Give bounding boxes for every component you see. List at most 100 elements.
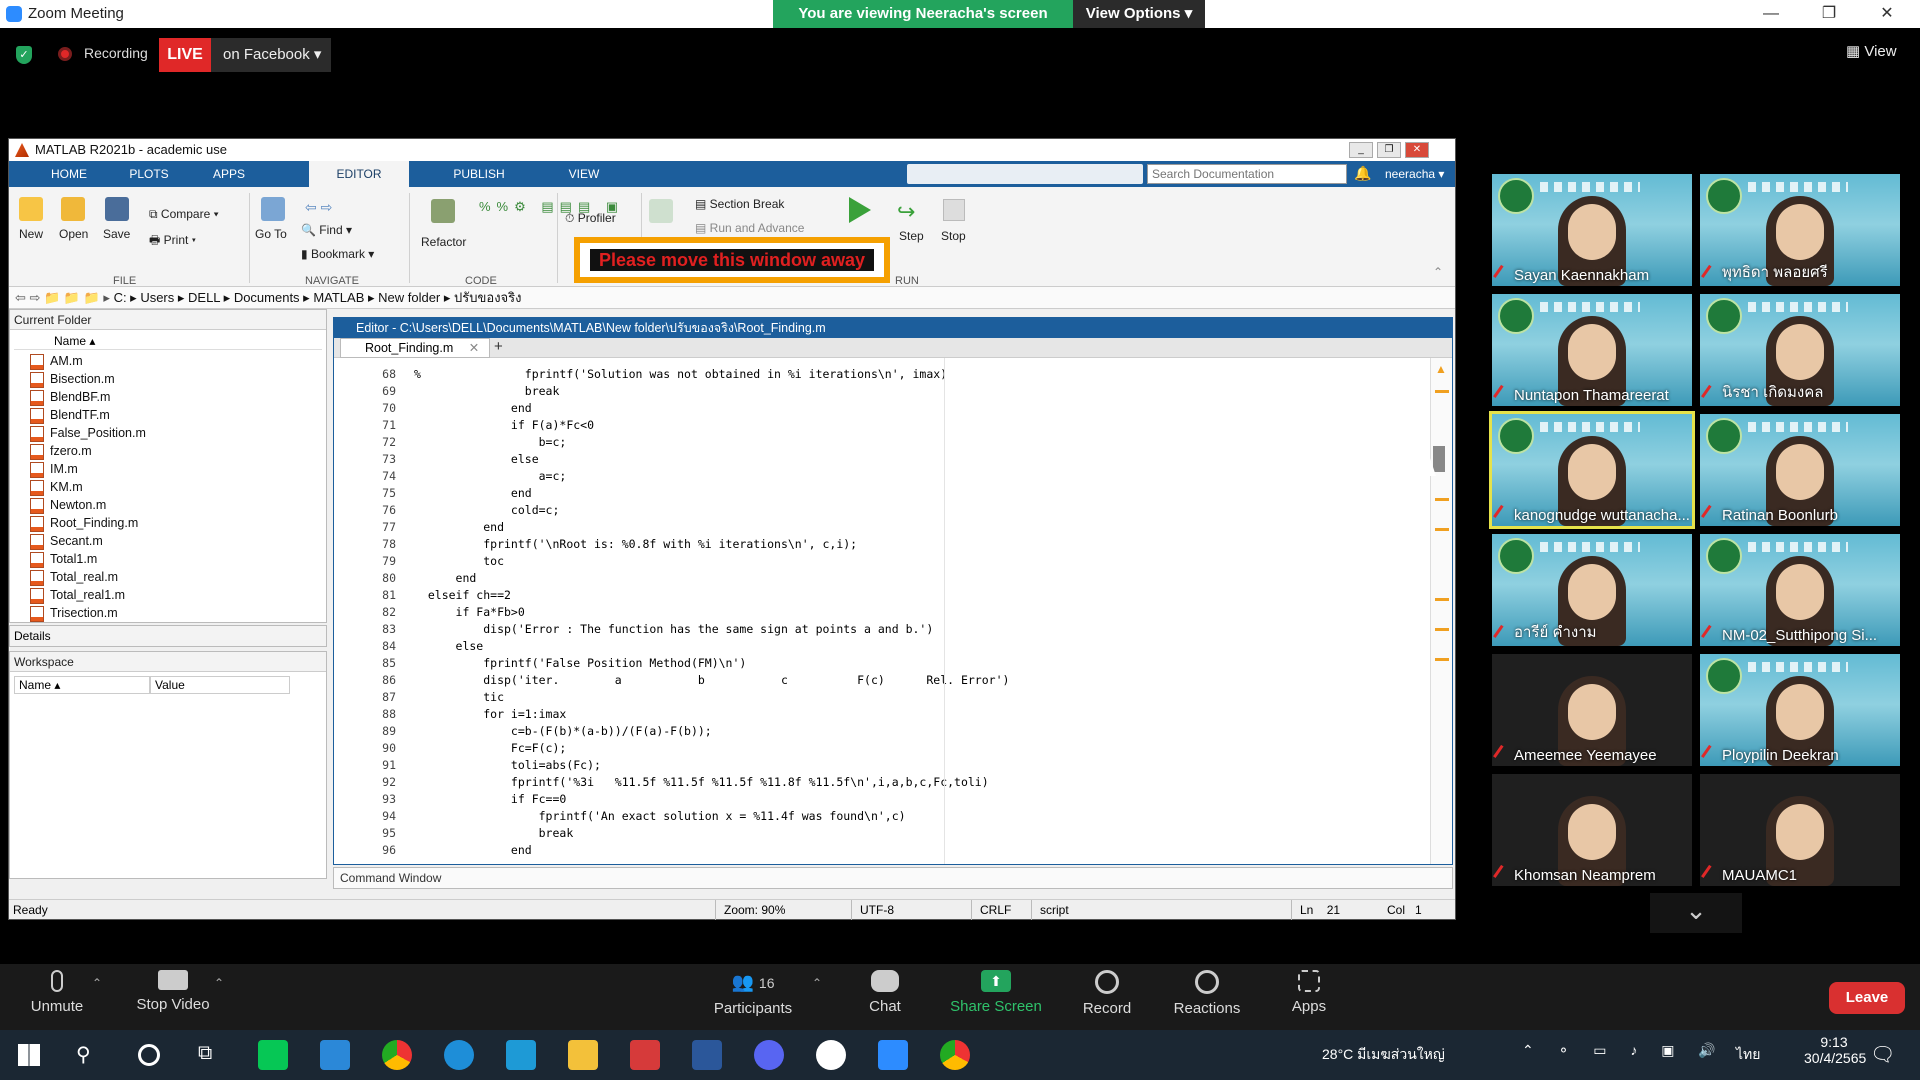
tab-view[interactable]: VIEW <box>539 161 629 187</box>
discord-icon[interactable] <box>754 1040 784 1070</box>
file-item[interactable]: Bisection.m <box>30 370 115 388</box>
code-line[interactable]: fprintf('An exact solution x = %11.4f wa… <box>414 808 906 825</box>
refactor-button[interactable]: Refactor <box>421 235 466 249</box>
search-icon[interactable]: ⚲ <box>76 1042 91 1067</box>
chrome-profile-icon[interactable] <box>940 1040 970 1070</box>
input-language[interactable]: ไทย <box>1736 1044 1760 1066</box>
code-line[interactable]: toc <box>414 553 504 570</box>
editor-tab-root-finding[interactable]: Root_Finding.m ✕ <box>340 338 490 358</box>
mcafee-icon[interactable] <box>630 1040 660 1070</box>
video-options-caret-icon[interactable]: ⌃ <box>214 976 224 990</box>
file-item[interactable]: Trisection.m <box>30 604 118 622</box>
code-line[interactable]: cold=c; <box>414 502 559 519</box>
file-item[interactable]: fzero.m <box>30 442 92 460</box>
recording-label[interactable]: Recording <box>84 45 148 61</box>
warning-marker[interactable] <box>1435 658 1449 661</box>
code-line[interactable]: for i=1:imax <box>414 706 566 723</box>
file-item[interactable]: Total_real1.m <box>30 586 125 604</box>
step-button[interactable]: Step <box>899 229 924 243</box>
system-tray-icons[interactable]: ⌃ ⚬ ▭ ♪ ▣ 🔊 <box>1522 1042 1726 1059</box>
code-line[interactable]: end <box>414 519 504 536</box>
code-line[interactable]: else <box>414 638 484 655</box>
path-segment[interactable]: New folder <box>378 290 440 305</box>
print-button[interactable]: 🖶 Print ▾ <box>149 231 196 252</box>
code-line[interactable]: a=c; <box>414 468 567 485</box>
code-line[interactable]: end <box>414 570 477 587</box>
code-area[interactable]: % fprintf('Solution was not obtained in … <box>334 362 1424 862</box>
notification-bell-icon[interactable]: 🔔 <box>1354 165 1371 182</box>
participants-caret-icon[interactable]: ⌃ <box>812 976 822 990</box>
live-target-dropdown[interactable]: on Facebook ▾ <box>211 38 331 72</box>
file-item[interactable]: BlendTF.m <box>30 406 110 424</box>
task-view-icon[interactable]: ⧉ <box>198 1042 212 1065</box>
participant-tile[interactable]: Sayan Kaennakham <box>1492 174 1692 286</box>
audio-options-caret-icon[interactable]: ⌃ <box>92 976 102 990</box>
share-screen-button[interactable]: ⬆ Share Screen <box>940 970 1052 1015</box>
zoom-taskbar-icon[interactable] <box>878 1040 908 1070</box>
l-app-icon[interactable] <box>506 1040 536 1070</box>
participant-tile[interactable]: kanognudge wuttanacha... <box>1489 411 1695 529</box>
participant-tile[interactable]: นิรชา เกิดมงคล <box>1700 294 1900 406</box>
stop-video-button[interactable]: Stop Video <box>118 970 228 1013</box>
edge-icon[interactable] <box>444 1040 474 1070</box>
code-line[interactable]: break <box>414 383 560 400</box>
mail-app-icon[interactable] <box>320 1040 350 1070</box>
reactions-button[interactable]: Reactions <box>1152 970 1262 1017</box>
code-line[interactable]: b=c; <box>414 434 567 451</box>
chrome-icon[interactable] <box>382 1040 412 1070</box>
tab-editor[interactable]: EDITOR <box>309 161 409 187</box>
clock[interactable]: 9:13 30/4/2565 <box>1804 1034 1866 1066</box>
back-forward-arrows-icon[interactable]: ⇦ ⇨ <box>305 199 332 216</box>
file-item[interactable]: IM.m <box>30 460 78 478</box>
close-button[interactable]: ✕ <box>1864 2 1910 26</box>
tab-home[interactable]: HOME <box>29 161 109 187</box>
warning-marker[interactable] <box>1435 598 1449 601</box>
file-item[interactable]: KM.m <box>30 478 83 496</box>
name-column-header[interactable]: Name ▴ <box>14 332 322 350</box>
warning-marker[interactable] <box>1435 390 1449 393</box>
participant-tile[interactable]: พุทธิดา พลอยศรี <box>1700 174 1900 286</box>
matlab-close-button[interactable]: ✕ <box>1405 142 1429 158</box>
user-menu[interactable]: neeracha ▾ <box>1385 161 1444 187</box>
code-line[interactable]: fprintf('%3i %11.5f %11.5f %11.5f %11.8f… <box>414 774 989 791</box>
code-line[interactable]: elseif ch==2 <box>414 587 511 604</box>
collapse-ribbon-icon[interactable]: ⌃ <box>1433 265 1443 279</box>
code-line[interactable]: break <box>414 825 574 842</box>
file-explorer-icon[interactable] <box>568 1040 598 1070</box>
restore-button[interactable]: ❐ <box>1806 2 1852 26</box>
file-item[interactable]: False_Position.m <box>30 424 146 442</box>
gallery-next-page-button[interactable]: ⌄ <box>1650 893 1742 933</box>
workspace-value-header[interactable]: Value <box>150 676 290 694</box>
code-line[interactable]: end <box>414 842 532 859</box>
participant-tile[interactable]: Khomsan Neamprem <box>1492 774 1692 886</box>
open-button[interactable]: Open <box>59 227 88 241</box>
editor-scrollbar[interactable]: ▲ <box>1430 358 1452 864</box>
path-segment[interactable]: Documents <box>234 290 300 305</box>
weather-widget[interactable]: 28°C มีเมฆส่วนใหญ่ <box>1322 1044 1445 1066</box>
file-item[interactable]: Secant.m <box>30 532 103 550</box>
new-tab-button[interactable]: + <box>494 338 503 355</box>
notifications-icon[interactable]: 🗨 <box>1870 1042 1895 1067</box>
path-segment[interactable]: C: <box>114 290 127 305</box>
code-line[interactable]: else <box>414 451 539 468</box>
windows-start-icon[interactable] <box>18 1044 40 1066</box>
file-item[interactable]: Root_Finding.m <box>30 514 138 532</box>
nav-arrows-icon[interactable]: ⇦ ⇨ 📁 📁 📁 ▸ <box>15 290 110 305</box>
section-break-button[interactable]: ▤ Section Break <box>695 197 784 211</box>
warning-marker[interactable] <box>1435 498 1449 501</box>
participants-button[interactable]: 👥 16 Participants <box>698 970 808 1017</box>
code-line[interactable]: if Fc==0 <box>414 791 566 808</box>
file-item[interactable]: Total1.m <box>30 550 97 568</box>
run-icon[interactable] <box>849 197 871 223</box>
matlab-restore-button[interactable]: ❐ <box>1377 142 1401 158</box>
participant-tile[interactable]: Nuntapon Thamareerat <box>1492 294 1692 406</box>
file-item[interactable]: Newton.m <box>30 496 106 514</box>
code-line[interactable]: c=b-(F(b)*(a-b))/(F(a)-F(b)); <box>414 723 712 740</box>
command-window-header[interactable]: Command Window <box>333 867 1453 889</box>
address-bar[interactable]: ⇦ ⇨ 📁 📁 📁 ▸ C: ▸ Users ▸ DELL ▸ Document… <box>9 287 1455 309</box>
find-button[interactable]: 🔍 Find ▾ <box>301 223 352 237</box>
participant-tile[interactable]: Ameemee Yeemayee <box>1492 654 1692 766</box>
code-line[interactable]: fprintf('False Position Method(FM)\n') <box>414 655 746 672</box>
warning-marker[interactable] <box>1435 628 1449 631</box>
word-doc-icon[interactable] <box>816 1040 846 1070</box>
